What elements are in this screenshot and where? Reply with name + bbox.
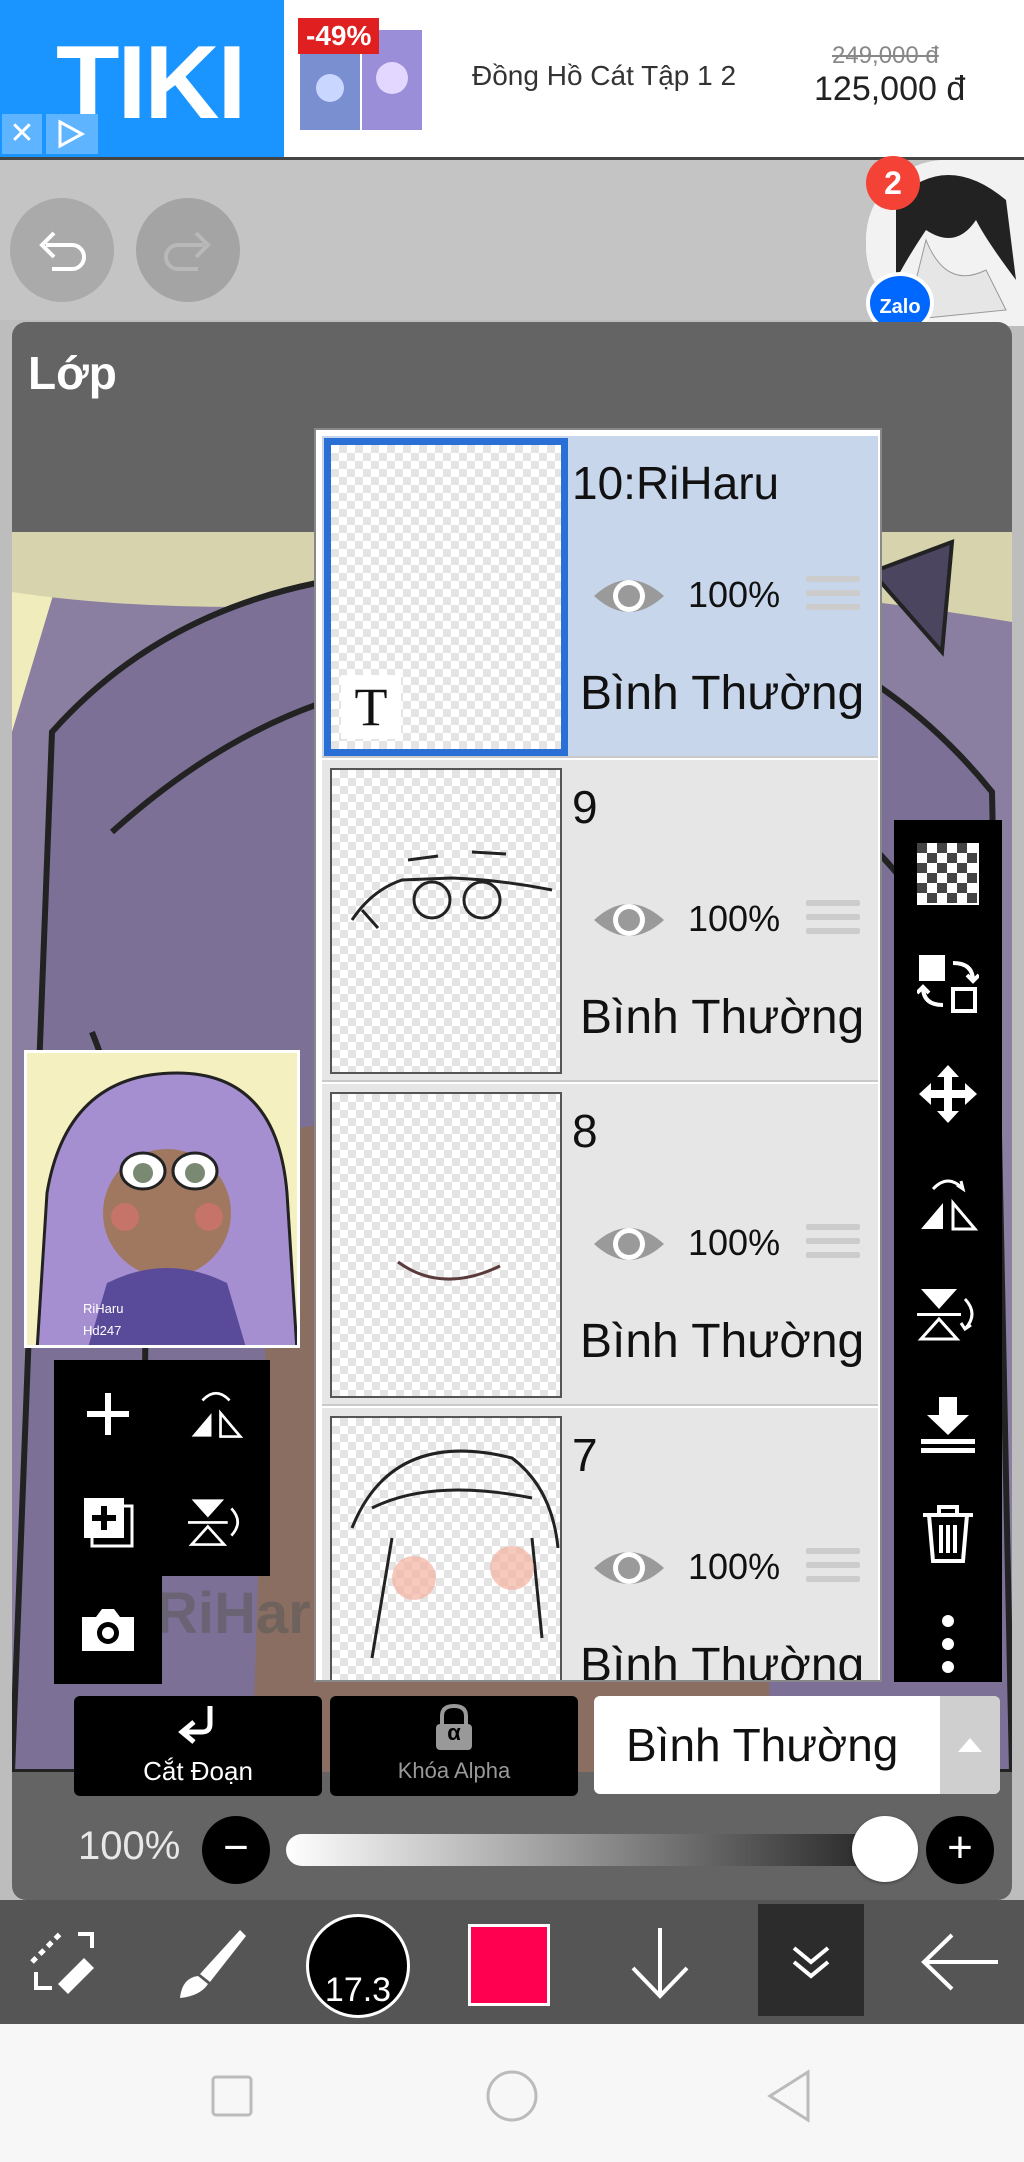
merge-down-icon[interactable] (912, 1388, 984, 1460)
brush-size-button[interactable]: 17.3 (306, 1914, 410, 2018)
ad-choices-icon[interactable] (46, 114, 98, 154)
brush-tool-icon[interactable] (162, 1900, 258, 2024)
opacity-slider-knob[interactable] (852, 1816, 918, 1882)
add-layer-icon[interactable] (54, 1360, 162, 1468)
delete-layer-icon[interactable] (912, 1498, 984, 1570)
back-icon[interactable] (764, 2068, 814, 2124)
layer-row[interactable]: T 10:RiHaru 100% Bình Thường (322, 436, 878, 758)
layer-thumbnail[interactable] (330, 1092, 562, 1398)
layer-opacity: 100% (688, 1222, 781, 1263)
layer-thumbnail[interactable] (330, 1416, 562, 1680)
layer-thumbnail[interactable] (330, 768, 562, 1074)
swap-layers-icon[interactable] (912, 948, 984, 1020)
layer-row[interactable]: 9 100% Bình Thường (322, 760, 878, 1082)
color-swatch[interactable] (468, 1924, 550, 2006)
opacity-slider[interactable] (286, 1834, 890, 1866)
tiki-logo[interactable]: TIKI ✕ (0, 0, 284, 157)
alpha-lock-button[interactable]: α Khóa Alpha (330, 1696, 578, 1796)
triangle-up-icon (958, 1738, 982, 1752)
more-options-icon[interactable] (912, 1608, 984, 1680)
layer-row[interactable]: 7 100% Bình Thường (322, 1408, 878, 1682)
flip-horizontal-icon[interactable] (912, 1168, 984, 1240)
down-arrow-icon[interactable] (612, 1900, 708, 2024)
blend-mode-select[interactable]: Bình Thường (594, 1696, 1000, 1794)
layer-quick-tools (54, 1360, 270, 1576)
ad-banner[interactable]: TIKI ✕ -49% Đồng Hồ Cát Tập 1 2 249,000 … (0, 0, 1024, 160)
layer-opacity: 100% (688, 898, 781, 939)
layer-name: 8 (572, 1105, 598, 1157)
text-layer-icon: T (341, 675, 401, 739)
alpha-lock-label: Khóa Alpha (397, 1758, 511, 1783)
canvas-preview[interactable]: RiHaru Hd247 (24, 1050, 300, 1348)
layer-name: 7 (572, 1429, 598, 1481)
brush-size-value: 17.3 (324, 1971, 392, 2009)
layer-opacity: 100% (688, 1546, 781, 1587)
layer-name: 10:RiHaru (572, 457, 780, 509)
duplicate-layer-icon[interactable] (54, 1468, 162, 1576)
panel-title: Lớp (28, 347, 117, 399)
clipping-button[interactable]: Cắt Đoạn (74, 1696, 322, 1796)
layer-thumbnail[interactable]: T (324, 438, 568, 756)
preview-watermark-2: Hd247 (83, 1323, 122, 1338)
redo-icon (164, 231, 211, 271)
flip-layer-horizontal-icon[interactable] (162, 1360, 270, 1468)
drag-handle-icon[interactable] (806, 576, 860, 622)
layer-opacity: 100% (688, 574, 781, 615)
opacity-decrease-button[interactable]: − (202, 1816, 270, 1884)
ad-new-price: 125,000 đ (814, 70, 966, 108)
clipping-label: Cắt Đoạn (143, 1756, 253, 1786)
ad-close-icon[interactable]: ✕ (2, 114, 42, 154)
collapse-panel-button[interactable] (758, 1904, 864, 2016)
drag-handle-icon[interactable] (806, 900, 860, 946)
ad-old-price: 249,000 đ (832, 42, 939, 69)
visibility-eye-icon[interactable] (590, 892, 668, 952)
opacity-value: 100% (78, 1824, 181, 1868)
visibility-eye-icon[interactable] (590, 1216, 668, 1276)
layer-blend-mode: Bình Thường (580, 667, 865, 720)
undo-button[interactable] (10, 198, 114, 302)
alpha-symbol: α (447, 1720, 461, 1745)
drag-handle-icon[interactable] (806, 1224, 860, 1270)
flip-layer-vertical-icon[interactable] (162, 1468, 270, 1576)
visibility-eye-icon[interactable] (590, 1540, 668, 1600)
discount-badge: -49% (298, 18, 380, 54)
redo-button[interactable] (136, 198, 240, 302)
notification-badge: 2 (866, 156, 920, 210)
layer-list[interactable]: T 10:RiHaru 100% Bình Thường 9 100% Bình… (314, 428, 882, 1682)
layer-blend-mode: Bình Thường (580, 991, 865, 1044)
preview-watermark-1: RiHaru (83, 1301, 124, 1316)
home-icon[interactable] (484, 2068, 540, 2124)
camera-icon[interactable] (54, 1576, 162, 1684)
flip-vertical-icon[interactable] (912, 1278, 984, 1350)
move-icon[interactable] (912, 1058, 984, 1130)
undo-icon (39, 231, 86, 271)
layer-row[interactable]: 8 100% Bình Thường (322, 1084, 878, 1406)
transform-tool-icon[interactable] (14, 1900, 110, 2024)
back-arrow-icon[interactable] (908, 1900, 1014, 2024)
camera-tool (54, 1576, 162, 1684)
drag-handle-icon[interactable] (806, 1548, 860, 1594)
blend-mode-value: Bình Thường (626, 1719, 899, 1771)
ad-product-title[interactable]: Đồng Hồ Cát Tập 1 2 (472, 60, 736, 92)
layer-blend-mode: Bình Thường (580, 1639, 865, 1682)
layer-blend-mode: Bình Thường (580, 1315, 865, 1368)
layer-name: 9 (572, 781, 598, 833)
double-chevron-down-icon (792, 1946, 830, 1979)
visibility-eye-icon[interactable] (590, 568, 668, 628)
recents-icon[interactable] (210, 2074, 254, 2118)
blend-mode-dropdown-arrow[interactable] (940, 1696, 1000, 1794)
transparency-icon[interactable] (912, 838, 984, 910)
system-nav-bar (0, 2024, 1024, 2162)
app-root: TIKI ✕ -49% Đồng Hồ Cát Tập 1 2 249,000 … (0, 0, 1024, 2162)
clipping-arrow-icon (178, 1706, 213, 1744)
opacity-increase-button[interactable]: + (926, 1816, 994, 1884)
layer-tools-sidebar (894, 820, 1002, 1682)
